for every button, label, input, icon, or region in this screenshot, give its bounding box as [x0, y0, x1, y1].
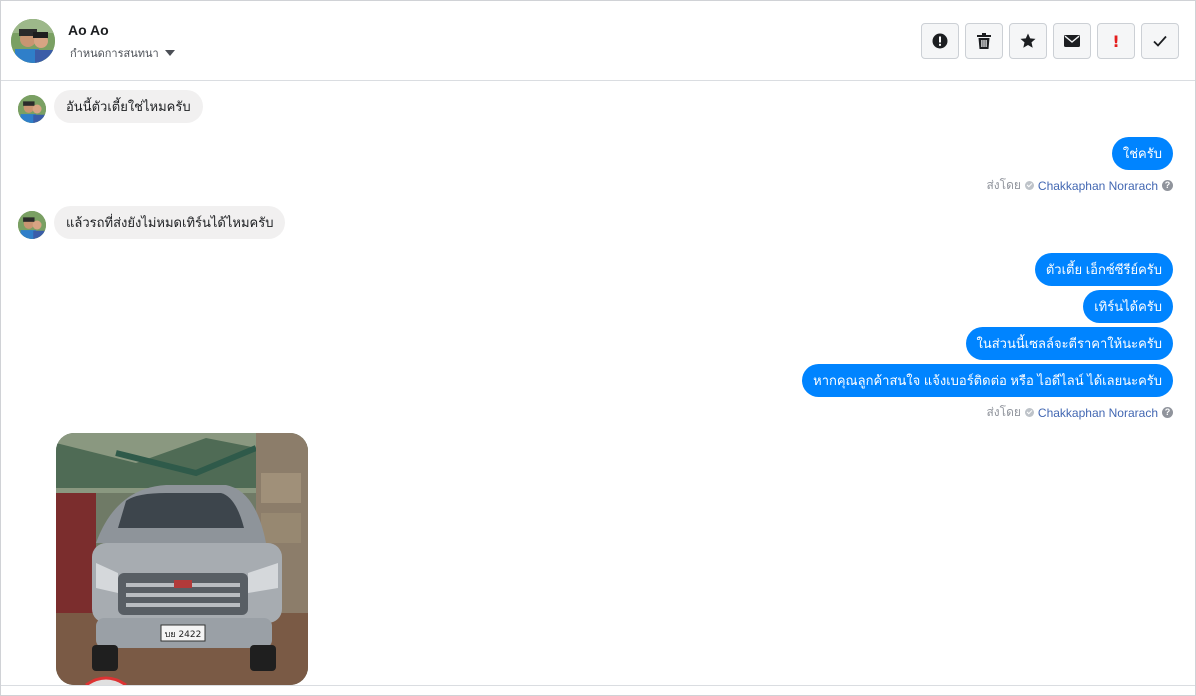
sender-name-link[interactable]: Chakkaphan Norarach — [1038, 179, 1158, 193]
sender-avatar[interactable] — [18, 95, 46, 123]
envelope-icon — [1064, 35, 1080, 47]
verified-check-icon — [1024, 408, 1034, 417]
license-plate: บย 2422 — [165, 630, 202, 640]
sent-by-info: ส่งโดย Chakkaphan Norarach ? — [986, 403, 1173, 422]
check-icon — [1153, 35, 1167, 47]
outgoing-message-group: ตัวเตี้ย เอ็กซ์ซีรีย์ครับ เทิร์นได้ครับ … — [802, 253, 1173, 397]
mark-unread-button[interactable] — [1053, 23, 1091, 59]
assign-conversation-dropdown[interactable]: กำหนดการสนทนา — [70, 44, 175, 62]
sender-name-link[interactable]: Chakkaphan Norarach — [1038, 406, 1158, 420]
outgoing-message[interactable]: เทิร์นได้ครับ — [1083, 290, 1173, 323]
exclamation-icon: ! — [1112, 31, 1120, 51]
caret-down-icon — [164, 50, 175, 56]
help-icon[interactable]: ? — [1162, 180, 1173, 191]
outgoing-message[interactable]: ตัวเตี้ย เอ็กซ์ซีรีย์ครับ — [1034, 253, 1173, 286]
follow-up-button[interactable]: ! — [1097, 23, 1135, 59]
trash-icon — [977, 33, 991, 49]
incoming-message[interactable]: อันนี้ตัวเตี้ยใช่ไหมครับ — [54, 90, 203, 123]
sender-avatar[interactable] — [18, 211, 46, 239]
help-icon[interactable]: ? — [1162, 407, 1173, 418]
photo-attachment[interactable]: บย 2422 — [56, 433, 308, 685]
outgoing-message[interactable]: หากคุณลูกค้าสนใจ แจ้งเบอร์ติดต่อ หรือ ไอ… — [802, 364, 1173, 397]
outgoing-message[interactable]: ใช่ครับ — [1111, 137, 1173, 170]
contact-avatar[interactable] — [11, 19, 55, 63]
star-button[interactable] — [1009, 23, 1047, 59]
verified-check-icon — [1024, 181, 1034, 190]
sent-by-info: ส่งโดย Chakkaphan Norarach ? — [986, 176, 1173, 195]
incoming-message[interactable]: แล้วรถที่ส่งยังไม่หมดเทิร์นได้ไหมครับ — [54, 206, 286, 239]
sent-by-prefix: ส่งโดย — [986, 178, 1021, 192]
spam-button[interactable] — [921, 23, 959, 59]
delete-button[interactable] — [965, 23, 1003, 59]
contact-name[interactable]: Ao Ao — [68, 22, 109, 38]
outgoing-message[interactable]: ในส่วนนี้เซลล์จะตีราคาให้นะครับ — [965, 327, 1173, 360]
done-button[interactable] — [1141, 23, 1179, 59]
sent-by-prefix: ส่งโดย — [986, 405, 1021, 419]
car-photo: บย 2422 — [56, 433, 308, 685]
conversation-toolbar: ! — [921, 23, 1179, 59]
star-icon — [1020, 33, 1036, 48]
composer-edge — [1, 685, 1195, 695]
conversation-panel: Ao Ao กำหนดการสนทนา ! อันนี้ตัวเตี้ยใช่ไ… — [0, 0, 1196, 696]
conversation-header: Ao Ao กำหนดการสนทนา ! — [1, 1, 1195, 81]
alert-circle-icon — [932, 33, 948, 49]
assign-label: กำหนดการสนทนา — [70, 48, 159, 60]
outgoing-message-group: ใช่ครับ — [1111, 137, 1173, 170]
